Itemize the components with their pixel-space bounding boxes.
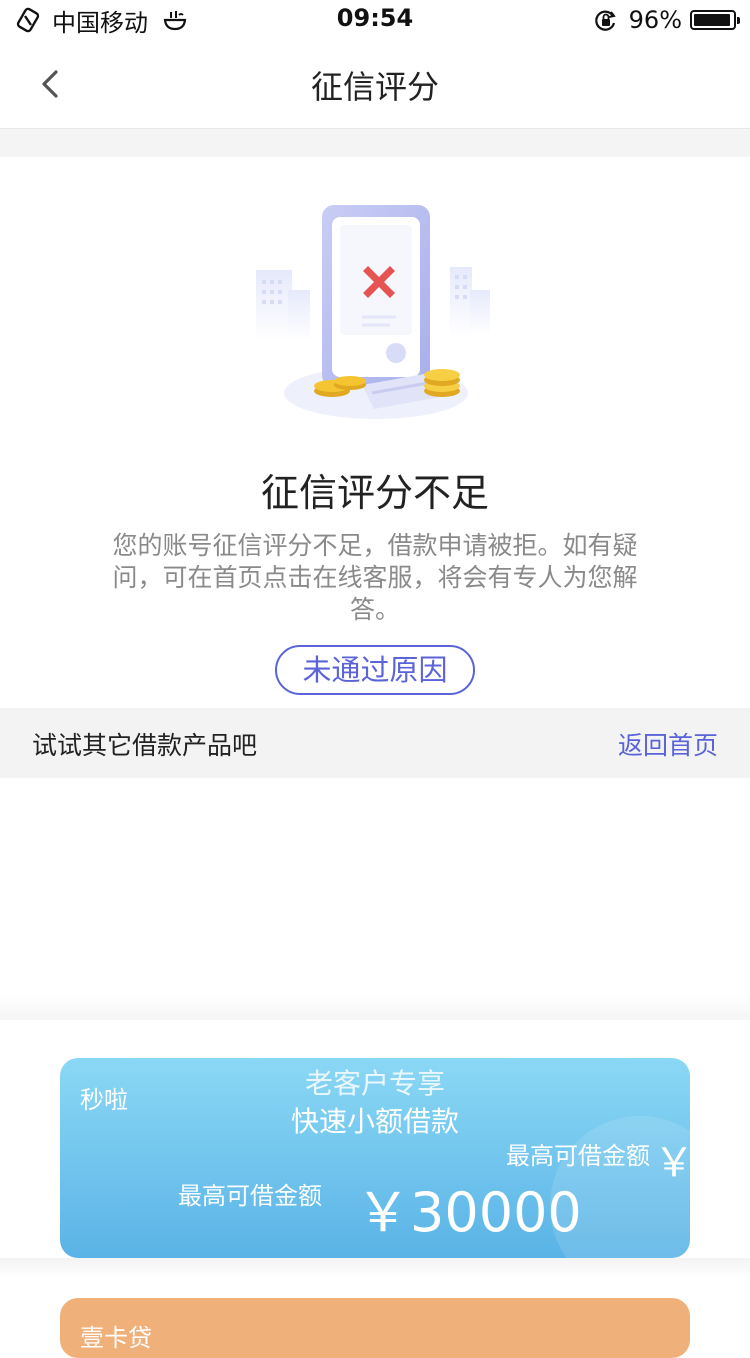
product-amount-secondary: ￥	[654, 1140, 690, 1186]
battery-icon	[690, 10, 740, 30]
rejection-reason-button[interactable]: 未通过原因	[275, 645, 475, 695]
other-products-title: 试试其它借款产品吧	[32, 731, 258, 760]
battery-fill	[694, 14, 731, 26]
battery-percent: 96%	[628, 6, 682, 34]
product-max-label-secondary: 最高可借金额	[506, 1142, 650, 1170]
product-slogan-1: 老客户专享	[304, 1067, 445, 1100]
section-divider	[0, 995, 750, 1020]
product-card-yikadai[interactable]: 壹卡贷	[60, 1298, 690, 1358]
other-products-header: 试试其它借款产品吧 返回首页	[0, 708, 750, 778]
page-title: 征信评分	[310, 68, 439, 106]
status-bar: 中国移动 09:54 96%	[0, 0, 750, 40]
product-brand: 壹卡贷	[80, 1324, 152, 1352]
top-divider	[0, 129, 750, 157]
orientation-lock-icon	[594, 10, 616, 31]
product-max-amount: ￥30000	[356, 1181, 582, 1244]
product-max-label: 最高可借金额	[178, 1182, 322, 1210]
status-right: 96%	[593, 4, 740, 36]
result-headline: 征信评分不足	[260, 471, 489, 515]
product-card-miaola[interactable]: 秒啦 老客户专享 快速小额借款 最高可借金额 ￥ 最高可借金额 ￥30000	[60, 1058, 690, 1258]
card-divider	[0, 1258, 750, 1278]
rejected-phone-illustration	[256, 205, 490, 419]
result-description: 您的账号征信评分不足，借款申请被拒。如有疑问，可在首页点击在线客服，将会有专人为…	[112, 531, 638, 624]
nav-bar: 征信评分	[0, 40, 750, 129]
product-slogan-2: 快速小额借款	[290, 1105, 459, 1138]
back-to-home-link[interactable]: 返回首页	[618, 726, 718, 762]
